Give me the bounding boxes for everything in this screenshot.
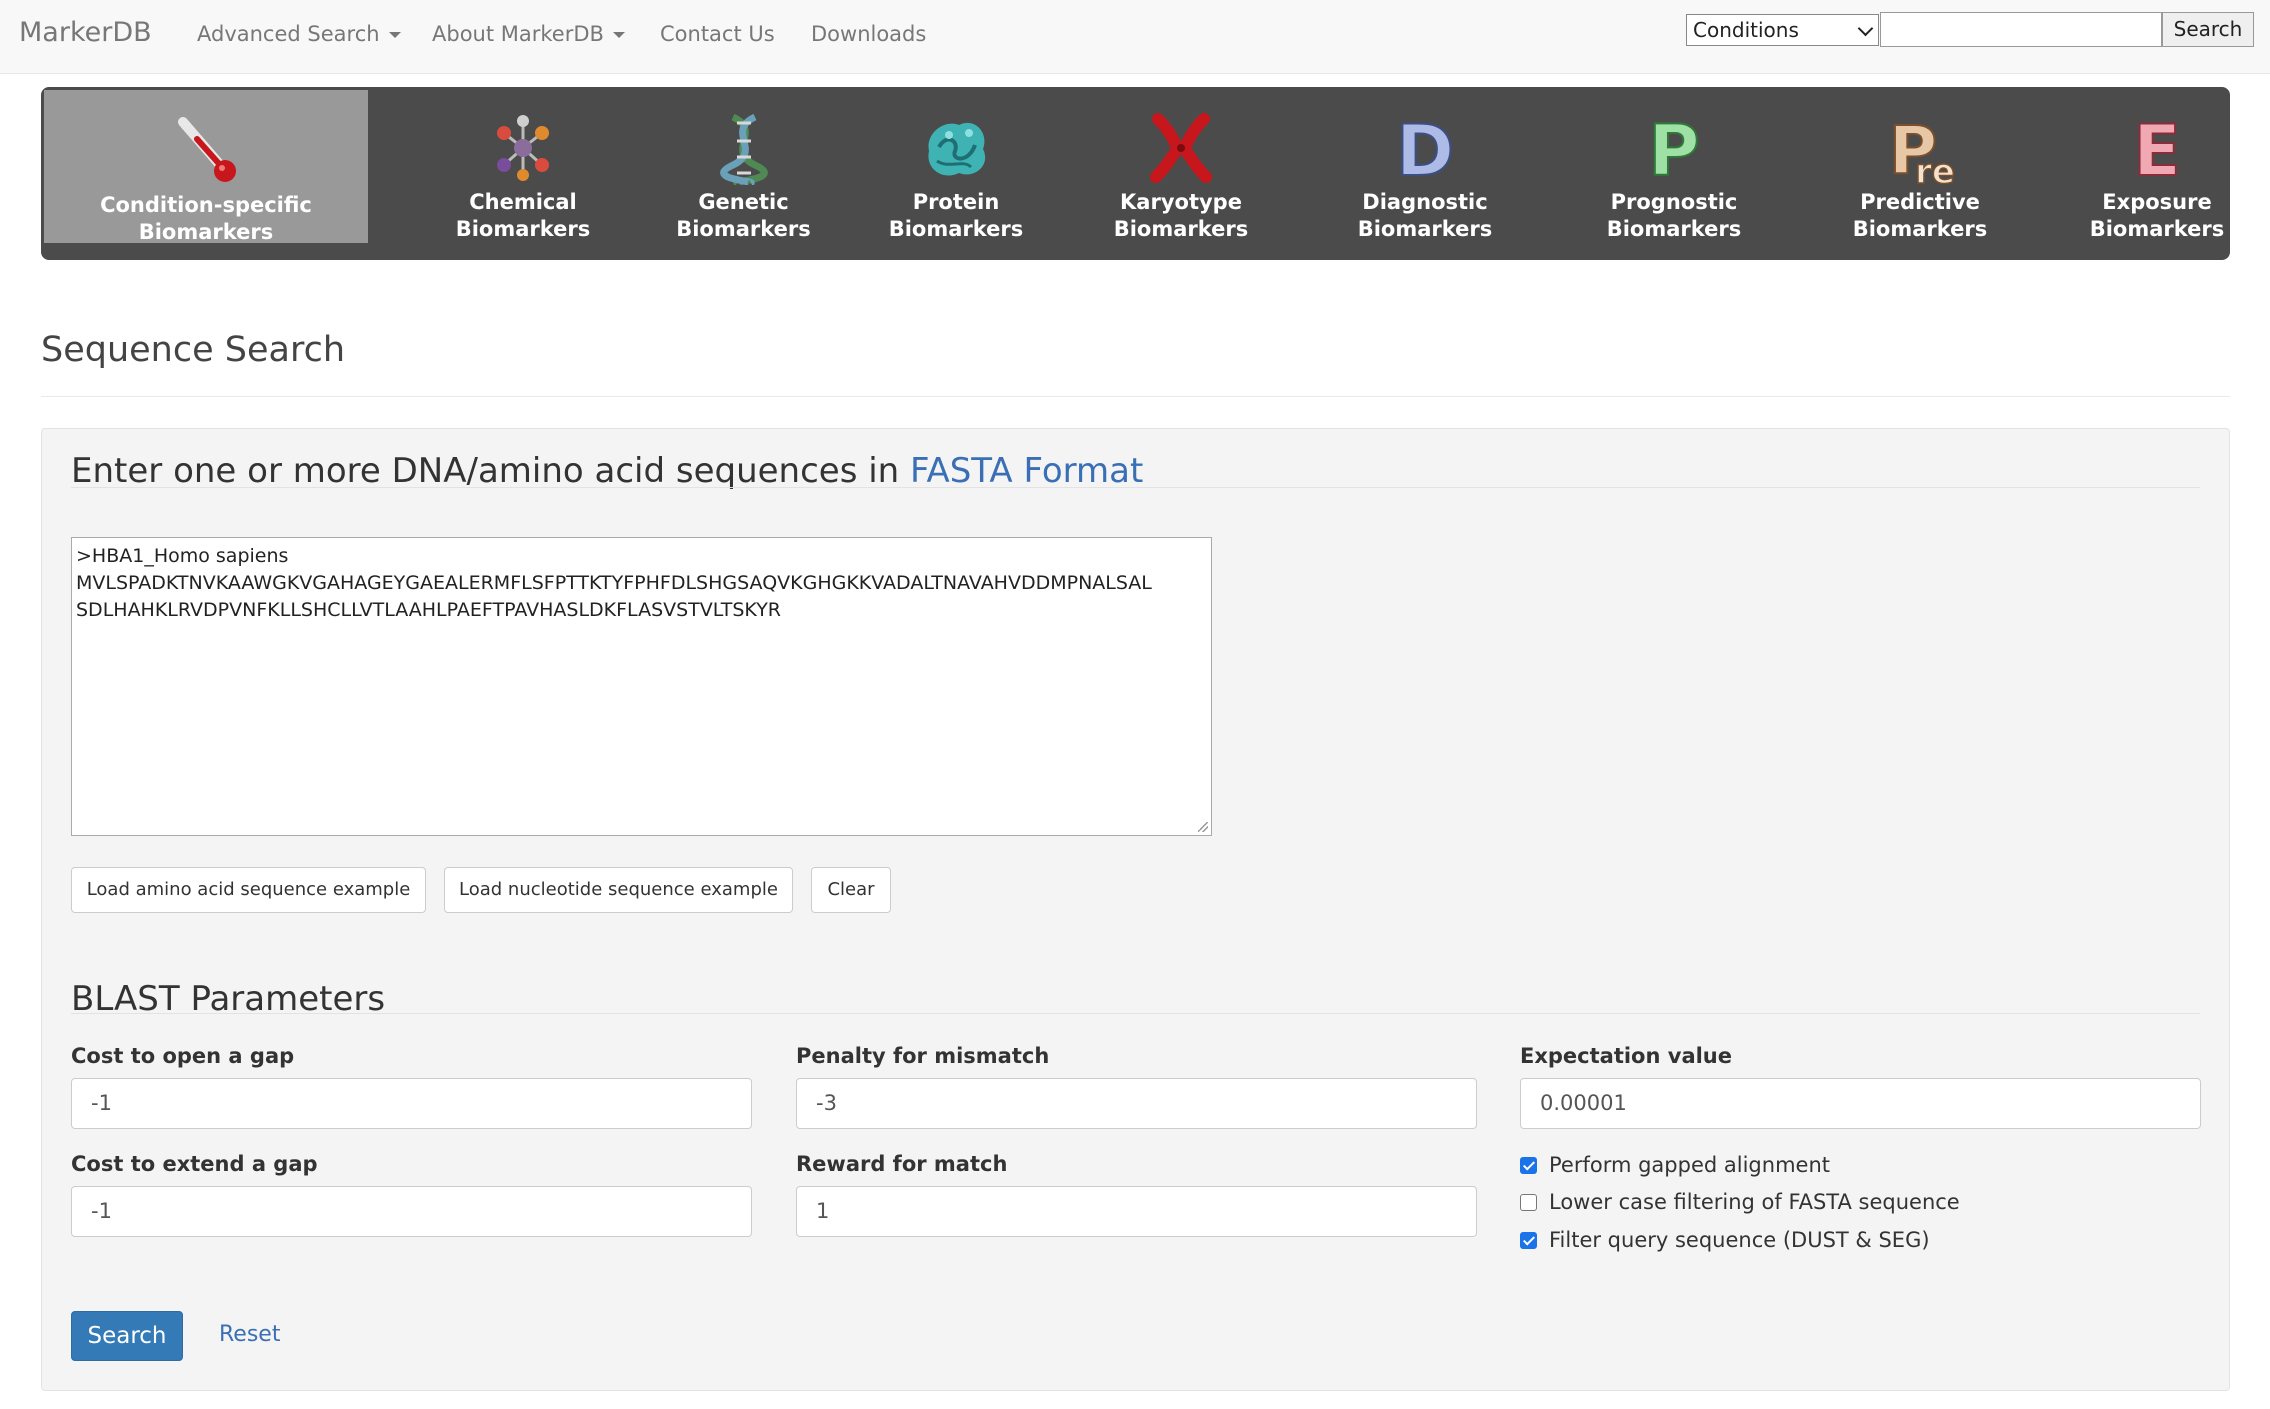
search-category-select[interactable]: Conditions xyxy=(1686,14,1879,46)
gap-open-input[interactable]: -1 xyxy=(71,1078,752,1129)
svg-text:E: E xyxy=(2133,111,2181,185)
gap-extend-input[interactable]: -1 xyxy=(71,1186,752,1237)
expectation-value-label: Expectation value xyxy=(1520,1044,1732,1068)
search-button[interactable]: Search xyxy=(71,1311,183,1361)
caret-down-icon xyxy=(388,32,401,38)
sequence-input-heading: Enter one or more DNA/amino acid sequenc… xyxy=(71,451,1143,491)
dna-helix-icon xyxy=(719,113,768,185)
load-nucleotide-example-button[interactable]: Load nucleotide sequence example xyxy=(444,867,793,913)
brand-logo[interactable]: MarkerDB xyxy=(19,17,152,48)
navbar-search-button[interactable]: Search xyxy=(2162,12,2254,47)
chromosome-icon xyxy=(1150,113,1212,183)
letters-pre-icon: P re xyxy=(1888,111,1956,185)
svg-text:P: P xyxy=(1648,111,1699,185)
gap-open-label: Cost to open a gap xyxy=(71,1044,295,1068)
match-reward-input[interactable]: 1 xyxy=(796,1186,1477,1237)
category-diagnostic[interactable]: D Diagnostic Biomarkers xyxy=(1302,87,1548,241)
category-label-line1: Predictive xyxy=(1860,190,1980,214)
category-label-line1: Exposure xyxy=(2102,190,2212,214)
option-label: Perform gapped alignment xyxy=(1549,1153,1830,1177)
nav-downloads[interactable]: Downloads xyxy=(811,22,926,46)
category-label-line2: Biomarkers xyxy=(888,217,1024,241)
molecule-icon xyxy=(497,115,549,181)
nav-about-label: About MarkerDB xyxy=(432,22,604,46)
fasta-format-link[interactable]: FASTA Format xyxy=(910,451,1143,491)
category-genetic[interactable]: Genetic Biomarkers xyxy=(641,87,846,241)
resize-grip-icon[interactable] xyxy=(1196,820,1210,834)
nav-contact[interactable]: Contact Us xyxy=(660,22,775,46)
category-chemical[interactable]: Chemical Biomarkers xyxy=(403,87,643,241)
reset-link[interactable]: Reset xyxy=(219,1322,280,1347)
letter-d-icon: D xyxy=(1395,111,1455,185)
sequence-input-heading-text: Enter one or more DNA/amino acid sequenc… xyxy=(71,451,911,491)
section-divider xyxy=(71,1013,2200,1014)
category-label-line1: Condition-specific xyxy=(100,193,312,217)
option-label: Filter query sequence (DUST & SEG) xyxy=(1549,1228,1930,1252)
category-predictive[interactable]: P re Predictive Biomarkers xyxy=(1797,87,2043,241)
chevron-down-icon xyxy=(1857,20,1874,37)
category-label-line1: Protein xyxy=(912,190,1000,214)
biomarker-category-bar: Condition-specific Biomarkers Chemical B… xyxy=(41,87,2230,260)
letter-e-icon: E xyxy=(2132,111,2182,185)
protein-structure-icon xyxy=(928,122,986,176)
svg-text:D: D xyxy=(1396,111,1454,185)
clear-button[interactable]: Clear xyxy=(811,867,891,913)
category-condition-specific[interactable]: Condition-specific Biomarkers xyxy=(44,90,368,244)
category-label-line2: Biomarkers xyxy=(138,220,274,244)
nav-about[interactable]: About MarkerDB xyxy=(432,22,625,46)
category-label-line2: Biomarkers xyxy=(676,217,811,241)
category-karyotype[interactable]: Karyotype Biomarkers xyxy=(1063,87,1299,241)
category-label-line1: Karyotype xyxy=(1120,190,1242,214)
mismatch-penalty-input[interactable]: -3 xyxy=(796,1078,1477,1129)
checkbox-checked[interactable] xyxy=(1520,1157,1537,1174)
match-reward-label: Reward for match xyxy=(796,1152,1008,1176)
category-label-line2: Biomarkers xyxy=(1606,217,1742,241)
svg-text:re: re xyxy=(1915,152,1955,185)
checkbox-checked[interactable] xyxy=(1520,1232,1537,1249)
letter-p-icon: P xyxy=(1647,111,1700,185)
category-label-line2: Biomarkers xyxy=(2089,217,2225,241)
top-navbar: MarkerDB Advanced Search About MarkerDB … xyxy=(0,0,2270,74)
nav-advanced-search[interactable]: Advanced Search xyxy=(197,22,401,46)
category-protein[interactable]: Protein Biomarkers xyxy=(849,87,1063,241)
nav-advanced-search-label: Advanced Search xyxy=(197,22,380,46)
filter-query-option[interactable]: Filter query sequence (DUST & SEG) xyxy=(1520,1228,1930,1252)
category-label-line1: Chemical xyxy=(469,190,577,214)
category-label-line2: Biomarkers xyxy=(1852,217,1988,241)
search-category-value: Conditions xyxy=(1693,18,1799,42)
thermometer-icon xyxy=(178,117,236,182)
category-label-line1: Prognostic xyxy=(1610,190,1738,214)
load-amino-acid-example-button[interactable]: Load amino acid sequence example xyxy=(71,867,426,913)
page-title: Sequence Search xyxy=(41,330,346,370)
lowercase-filtering-option[interactable]: Lower case filtering of FASTA sequence xyxy=(1520,1190,1960,1214)
page-header-divider xyxy=(41,396,2230,397)
section-divider xyxy=(71,487,2200,488)
category-prognostic[interactable]: P Prognostic Biomarkers xyxy=(1551,87,1797,241)
checkbox-unchecked[interactable] xyxy=(1520,1194,1537,1211)
category-label-line2: Biomarkers xyxy=(1113,217,1249,241)
mismatch-penalty-label: Penalty for mismatch xyxy=(796,1044,1050,1068)
category-label-line2: Biomarkers xyxy=(455,217,591,241)
caret-down-icon xyxy=(612,32,625,38)
sequence-textarea[interactable]: >HBA1_Homo sapiens MVLSPADKTNVKAAWGKVGAH… xyxy=(71,537,1212,836)
expectation-value-input[interactable]: 0.00001 xyxy=(1520,1078,2201,1129)
navbar-search-input[interactable] xyxy=(1880,12,2162,47)
category-label-line1: Diagnostic xyxy=(1362,190,1488,214)
category-exposure[interactable]: E Exposure Biomarkers xyxy=(2034,87,2270,241)
gapped-alignment-option[interactable]: Perform gapped alignment xyxy=(1520,1153,1830,1177)
category-label-line1: Genetic xyxy=(698,190,789,214)
gap-extend-label: Cost to extend a gap xyxy=(71,1152,318,1176)
option-label: Lower case filtering of FASTA sequence xyxy=(1549,1190,1960,1214)
category-label-line2: Biomarkers xyxy=(1357,217,1493,241)
